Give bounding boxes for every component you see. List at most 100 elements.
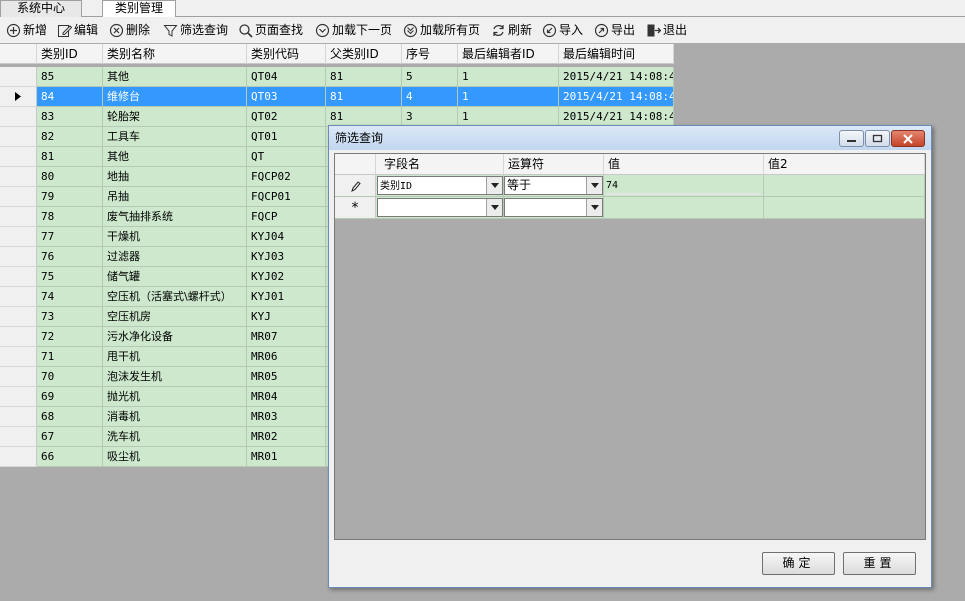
row-header[interactable] <box>0 87 37 107</box>
table-cell[interactable]: 轮胎架 <box>103 107 247 127</box>
column-header[interactable]: 最后编辑时间 <box>559 44 674 64</box>
table-cell[interactable]: 79 <box>37 187 103 207</box>
row-header[interactable] <box>0 107 37 127</box>
row-header[interactable] <box>0 387 37 407</box>
column-header[interactable]: 字段名 <box>376 154 504 175</box>
edit-button[interactable]: 编辑 <box>57 20 98 40</box>
table-cell[interactable]: 地抽 <box>103 167 247 187</box>
table-cell[interactable]: KYJ01 <box>247 287 326 307</box>
table-cell[interactable]: MR04 <box>247 387 326 407</box>
table-cell[interactable]: QT <box>247 147 326 167</box>
table-cell[interactable]: QT01 <box>247 127 326 147</box>
row-header[interactable] <box>0 147 37 167</box>
new-button[interactable]: 新增 <box>6 20 47 40</box>
table-cell[interactable]: 吊抽 <box>103 187 247 207</box>
table-cell[interactable]: 68 <box>37 407 103 427</box>
tab-category-management[interactable]: 类别管理 <box>102 0 176 18</box>
table-cell[interactable]: 3 <box>402 107 458 127</box>
column-header[interactable]: 序号 <box>402 44 458 64</box>
table-cell[interactable]: 吸尘机 <box>103 447 247 467</box>
dialog-title-bar[interactable]: 筛选查询 <box>329 126 931 150</box>
field-name-cell[interactable] <box>376 197 504 219</box>
table-cell[interactable]: KYJ02 <box>247 267 326 287</box>
refresh-button[interactable]: 刷新 <box>491 20 532 40</box>
table-cell[interactable]: QT04 <box>247 67 326 87</box>
table-row[interactable]: 84 维修台 QT03 81 4 1 2015/4/21 14:08:47 <box>0 87 674 107</box>
table-cell[interactable]: 空压机（活塞式\螺杆式） <box>103 287 247 307</box>
table-cell[interactable]: 其他 <box>103 67 247 87</box>
table-cell[interactable]: MR03 <box>247 407 326 427</box>
dropdown-arrow-icon[interactable] <box>486 177 502 194</box>
table-cell[interactable]: 80 <box>37 167 103 187</box>
table-cell[interactable]: 2015/4/21 14:08:47 <box>559 67 674 87</box>
delete-button[interactable]: 删除 <box>109 20 150 40</box>
row-header[interactable] <box>0 267 37 287</box>
table-cell[interactable]: 干燥机 <box>103 227 247 247</box>
field-name-dropdown[interactable]: 类别ID <box>377 176 503 195</box>
tab-system-center[interactable]: 系统中心 <box>0 0 82 17</box>
table-cell[interactable]: 储气罐 <box>103 267 247 287</box>
table-cell[interactable]: 其他 <box>103 147 247 167</box>
table-cell[interactable]: 76 <box>37 247 103 267</box>
table-cell[interactable]: MR02 <box>247 427 326 447</box>
ok-button[interactable]: 确定 <box>762 552 835 575</box>
table-cell[interactable]: KYJ03 <box>247 247 326 267</box>
table-cell[interactable]: 73 <box>37 307 103 327</box>
table-cell[interactable]: 抛光机 <box>103 387 247 407</box>
table-cell[interactable]: MR05 <box>247 367 326 387</box>
column-header[interactable]: 类别ID <box>37 44 103 64</box>
table-cell[interactable]: 67 <box>37 427 103 447</box>
reset-button[interactable]: 重置 <box>843 552 916 575</box>
table-cell[interactable]: 5 <box>402 67 458 87</box>
table-cell[interactable]: 4 <box>402 87 458 107</box>
table-cell[interactable]: 1 <box>458 67 559 87</box>
table-cell[interactable]: QT03 <box>247 87 326 107</box>
table-cell[interactable]: 81 <box>326 107 402 127</box>
table-cell[interactable]: 85 <box>37 67 103 87</box>
table-cell[interactable]: 污水净化设备 <box>103 327 247 347</box>
column-header[interactable]: 运算符 <box>504 154 604 175</box>
table-cell[interactable]: 空压机房 <box>103 307 247 327</box>
table-row[interactable]: 85 其他 QT04 81 5 1 2015/4/21 14:08:47 <box>0 67 674 87</box>
table-cell[interactable]: 甩干机 <box>103 347 247 367</box>
table-cell[interactable]: 1 <box>458 87 559 107</box>
filter-grid[interactable]: 字段名 运算符 值 值2 类别ID 等于 74 * <box>334 153 926 540</box>
table-cell[interactable]: 72 <box>37 327 103 347</box>
find-button[interactable]: 页面查找 <box>238 20 303 40</box>
operator-dropdown[interactable] <box>504 198 603 217</box>
row-header[interactable] <box>0 287 37 307</box>
table-cell[interactable]: MR06 <box>247 347 326 367</box>
column-header[interactable]: 值2 <box>764 154 925 175</box>
row-header[interactable] <box>0 427 37 447</box>
value-cell[interactable] <box>604 197 764 219</box>
column-header[interactable]: 类别代码 <box>247 44 326 64</box>
dropdown-arrow-icon[interactable] <box>486 199 502 216</box>
row-header[interactable] <box>335 175 376 197</box>
row-header[interactable] <box>0 207 37 227</box>
table-cell[interactable]: 废气抽排系统 <box>103 207 247 227</box>
table-cell[interactable]: 2015/4/21 14:08:47 <box>559 107 674 127</box>
export-button[interactable]: 导出 <box>594 20 635 40</box>
table-cell[interactable]: 81 <box>326 87 402 107</box>
table-cell[interactable]: 74 <box>37 287 103 307</box>
filter-button[interactable]: 筛选查询 <box>163 20 228 40</box>
load-all-button[interactable]: 加载所有页 <box>403 20 480 40</box>
column-header[interactable]: 类别名称 <box>103 44 247 64</box>
row-header[interactable] <box>0 187 37 207</box>
field-name-dropdown[interactable] <box>377 198 503 217</box>
table-cell[interactable]: MR07 <box>247 327 326 347</box>
operator-cell[interactable] <box>504 197 604 219</box>
row-header[interactable] <box>0 327 37 347</box>
table-cell[interactable]: 78 <box>37 207 103 227</box>
table-cell[interactable]: 81 <box>37 147 103 167</box>
row-header[interactable] <box>0 307 37 327</box>
table-cell[interactable]: MR01 <box>247 447 326 467</box>
row-header[interactable] <box>0 167 37 187</box>
filter-new-row[interactable]: * <box>335 197 925 219</box>
table-cell[interactable]: 77 <box>37 227 103 247</box>
row-header[interactable] <box>0 347 37 367</box>
table-cell[interactable]: FQCP <box>247 207 326 227</box>
value2-cell[interactable] <box>764 197 925 219</box>
table-cell[interactable]: QT02 <box>247 107 326 127</box>
dropdown-arrow-icon[interactable] <box>586 177 602 194</box>
